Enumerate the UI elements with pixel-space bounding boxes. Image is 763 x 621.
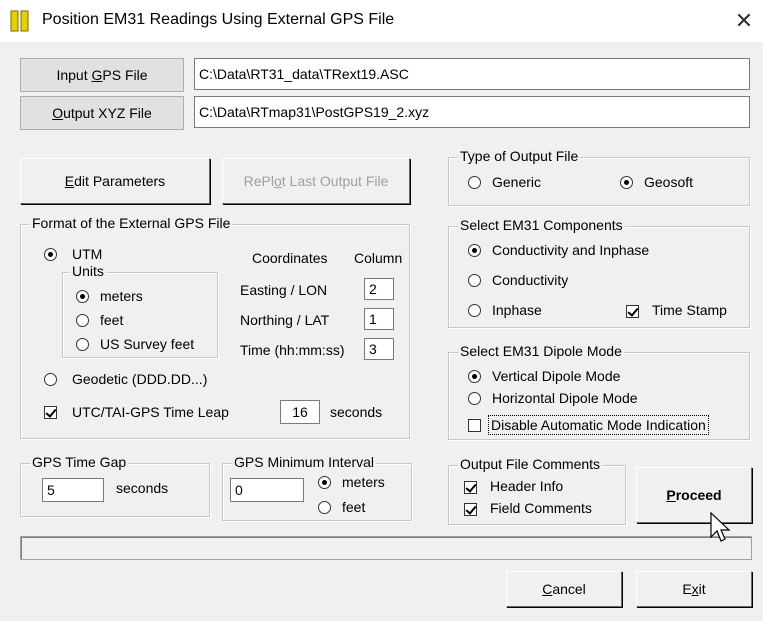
units-legend: Units bbox=[70, 263, 106, 279]
output-generic-label: Generic bbox=[492, 174, 542, 190]
exit-label: Exit bbox=[682, 581, 706, 597]
disable-auto-mode-checkbox[interactable] bbox=[468, 419, 481, 432]
northing-column-field[interactable]: 1 bbox=[364, 308, 394, 330]
min-interval-field[interactable]: 0 bbox=[230, 478, 304, 502]
output-xyz-file-label: Output XYZ File bbox=[52, 105, 152, 121]
proceed-label: Proceed bbox=[666, 487, 722, 503]
components-legend: Select EM31 Components bbox=[458, 217, 625, 233]
min-interval-feet-label: feet bbox=[342, 499, 366, 515]
input-gps-path-field[interactable]: C:\Data\RT31_data\TRext19.ASC bbox=[194, 58, 750, 90]
easting-label: Easting / LON bbox=[240, 282, 328, 298]
header-info-checkbox[interactable] bbox=[464, 481, 477, 494]
output-type-legend: Type of Output File bbox=[458, 148, 581, 164]
time-stamp-checkbox[interactable] bbox=[626, 305, 639, 318]
component-cond-inphase-label: Conductivity and Inphase bbox=[492, 242, 650, 258]
component-conductivity-radio[interactable] bbox=[468, 274, 481, 287]
close-icon[interactable]: ✕ bbox=[731, 7, 757, 35]
mouse-cursor-icon bbox=[710, 512, 731, 542]
units-feet-radio[interactable] bbox=[76, 314, 89, 327]
output-xyz-file-button[interactable]: Output XYZ File bbox=[20, 96, 184, 130]
header-info-label: Header Info bbox=[490, 478, 564, 494]
easting-column-field[interactable]: 2 bbox=[364, 278, 394, 300]
replot-last-output-label: RePlot Last Output File bbox=[243, 173, 389, 189]
window-title: Position EM31 Readings Using External GP… bbox=[42, 11, 395, 28]
time-column-field[interactable]: 3 bbox=[364, 338, 394, 360]
units-feet-label: feet bbox=[100, 312, 124, 328]
comments-legend: Output File Comments bbox=[458, 456, 603, 472]
units-us-survey-feet-label: US Survey feet bbox=[100, 336, 195, 352]
output-generic-radio[interactable] bbox=[468, 176, 481, 189]
time-leap-label: UTC/TAI-GPS Time Leap bbox=[72, 404, 229, 420]
min-interval-legend: GPS Minimum Interval bbox=[232, 454, 377, 470]
comments-group bbox=[448, 465, 626, 525]
column-header: Column bbox=[354, 250, 403, 266]
replot-last-output-button[interactable]: RePlot Last Output File bbox=[222, 158, 410, 204]
time-leap-units: seconds bbox=[330, 404, 383, 420]
proceed-button[interactable]: Proceed bbox=[636, 467, 752, 523]
input-gps-file-button[interactable]: Input GPS File bbox=[20, 58, 184, 92]
units-meters-radio[interactable] bbox=[76, 290, 89, 303]
time-leap-field[interactable]: 16 bbox=[280, 400, 320, 424]
coordinates-header: Coordinates bbox=[252, 250, 328, 266]
time-gap-units: seconds bbox=[116, 480, 169, 496]
input-gps-file-label: Input GPS File bbox=[56, 67, 148, 83]
utm-radio[interactable] bbox=[44, 248, 57, 261]
time-leap-checkbox[interactable] bbox=[44, 406, 57, 419]
time-gap-field[interactable]: 5 bbox=[42, 478, 104, 502]
utm-label: UTM bbox=[72, 246, 103, 262]
dipole-horizontal-radio[interactable] bbox=[468, 392, 481, 405]
edit-parameters-label: Edit Parameters bbox=[64, 173, 166, 189]
edit-parameters-button[interactable]: Edit Parameters bbox=[20, 158, 210, 204]
cancel-button[interactable]: Cancel bbox=[506, 571, 622, 607]
format-legend: Format of the External GPS File bbox=[30, 215, 233, 231]
app-icon bbox=[10, 10, 29, 32]
progress-bar bbox=[20, 536, 752, 560]
northing-label: Northing / LAT bbox=[240, 312, 330, 328]
dipole-vertical-radio[interactable] bbox=[468, 370, 481, 383]
output-geosoft-radio[interactable] bbox=[620, 176, 633, 189]
dipole-legend: Select EM31 Dipole Mode bbox=[458, 343, 624, 359]
field-comments-label: Field Comments bbox=[490, 500, 592, 516]
component-cond-inphase-radio[interactable] bbox=[468, 244, 481, 257]
min-interval-meters-label: meters bbox=[342, 474, 385, 490]
exit-button[interactable]: Exit bbox=[636, 571, 752, 607]
geodetic-label: Geodetic (DDD.DD...) bbox=[72, 371, 208, 387]
time-stamp-label: Time Stamp bbox=[652, 302, 727, 318]
time-gap-legend: GPS Time Gap bbox=[30, 454, 129, 470]
min-interval-meters-radio[interactable] bbox=[318, 476, 331, 489]
disable-auto-mode-label: Disable Automatic Mode Indication bbox=[488, 415, 709, 435]
dipole-vertical-label: Vertical Dipole Mode bbox=[492, 368, 621, 384]
time-label: Time (hh:mm:ss) bbox=[240, 342, 345, 358]
component-conductivity-label: Conductivity bbox=[492, 272, 569, 288]
output-xyz-path-field[interactable]: C:\Data\RTmap31\PostGPS19_2.xyz bbox=[194, 96, 750, 128]
output-geosoft-label: Geosoft bbox=[644, 174, 694, 190]
min-interval-feet-radio[interactable] bbox=[318, 501, 331, 514]
component-inphase-radio[interactable] bbox=[468, 304, 481, 317]
units-us-survey-feet-radio[interactable] bbox=[76, 338, 89, 351]
dipole-horizontal-label: Horizontal Dipole Mode bbox=[492, 390, 638, 406]
cancel-label: Cancel bbox=[542, 581, 586, 597]
units-meters-label: meters bbox=[100, 288, 143, 304]
geodetic-radio[interactable] bbox=[44, 373, 57, 386]
component-inphase-label: Inphase bbox=[492, 302, 542, 318]
field-comments-checkbox[interactable] bbox=[464, 503, 477, 516]
